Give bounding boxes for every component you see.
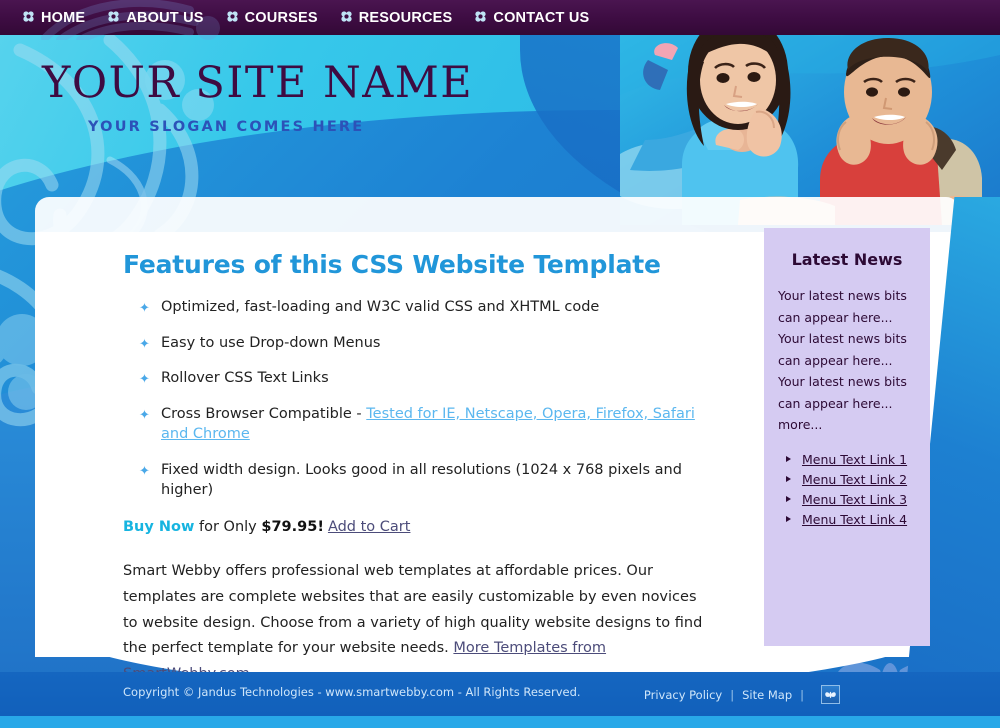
feature-text: Optimized, fast-loading and W3C valid CS… — [161, 299, 600, 315]
sidebar-latest-news: Latest News Your latest news bits can ap… — [764, 228, 930, 646]
list-item: Menu Text Link 2 — [784, 472, 916, 487]
clover-icon — [474, 8, 487, 27]
footer-separator-2: | — [800, 687, 804, 702]
sidebar-link-4[interactable]: Menu Text Link 4 — [802, 512, 907, 527]
intro-paragraph: Smart Webby offers professional web temp… — [123, 559, 708, 688]
nav-item-resources[interactable]: RESOURCES — [340, 8, 453, 27]
triangle-bullet-icon — [786, 455, 791, 462]
page-footer: Copyright © Jandus Technologies - www.sm… — [0, 672, 1000, 728]
main-content: Features of this CSS Website Template ✦ O… — [123, 250, 708, 688]
list-item: ✦ Rollover CSS Text Links — [139, 368, 708, 389]
triangle-bullet-icon — [786, 515, 791, 522]
feature-list: ✦ Optimized, fast-loading and W3C valid C… — [123, 297, 708, 501]
nav-item-home[interactable]: HOME — [22, 8, 85, 27]
nav-item-about-us[interactable]: ABOUT US — [107, 8, 203, 27]
sidebar-link-2[interactable]: Menu Text Link 2 — [802, 472, 907, 487]
site-slogan: YOUR SLOGAN COMES HERE — [88, 119, 365, 135]
price-label: $79.95! — [261, 519, 324, 536]
sidebar-link-1[interactable]: Menu Text Link 1 — [802, 452, 907, 467]
nav-label: ABOUT US — [126, 9, 204, 26]
list-item: ✦ Cross Browser Compatible - Tested for I… — [139, 404, 708, 445]
clover-icon — [22, 8, 35, 27]
clover-icon — [340, 8, 353, 27]
plus-bullet-icon: ✦ — [139, 372, 150, 388]
sidebar-link-3[interactable]: Menu Text Link 3 — [802, 492, 907, 507]
footer-accent-strip — [0, 716, 1000, 728]
clover-icon — [107, 8, 120, 27]
sidebar-body-text: Your latest news bits can appear here...… — [778, 288, 907, 432]
feature-text: Rollover CSS Text Links — [161, 370, 329, 387]
purchase-line: Buy Now for Only $79.95! Add to Cart — [123, 519, 708, 535]
feature-text: Easy to use Drop-down Menus — [161, 334, 381, 351]
list-item: ✦ Optimized, fast-loading and W3C valid C… — [139, 297, 708, 318]
add-to-cart-link[interactable]: Add to Cart — [328, 519, 411, 535]
plus-bullet-icon: ✦ — [139, 407, 150, 423]
page-root: HOME ABOUT US COURSES RESOURCES CONTACT … — [0, 0, 1000, 728]
triangle-bullet-icon — [786, 495, 791, 502]
privacy-policy-link[interactable]: Privacy Policy — [644, 688, 722, 702]
list-item: ✦ Fixed width design. Looks good in all r… — [139, 460, 708, 501]
plus-bullet-icon: ✦ — [139, 301, 150, 316]
nav-label: HOME — [41, 9, 86, 26]
list-item: Menu Text Link 1 — [784, 452, 916, 467]
feature-text: Fixed width design. Looks good in all re… — [161, 461, 682, 499]
buy-now-label: Buy Now — [123, 519, 195, 536]
nav-label: RESOURCES — [358, 9, 453, 26]
top-navigation-bar: HOME ABOUT US COURSES RESOURCES CONTACT … — [0, 0, 1000, 40]
list-item: Menu Text Link 4 — [784, 512, 916, 527]
nav-item-contact-us[interactable]: CONTACT US — [474, 8, 589, 27]
nav-item-courses[interactable]: COURSES — [226, 8, 318, 27]
list-item: ✦ Easy to use Drop-down Menus — [139, 333, 708, 354]
list-item: Menu Text Link 3 — [784, 492, 916, 507]
site-name: YOUR SITE NAME — [42, 58, 474, 108]
site-map-link[interactable]: Site Map — [742, 688, 792, 702]
triangle-bullet-icon — [786, 475, 791, 482]
nav-label: CONTACT US — [493, 9, 590, 26]
page-title: Features of this CSS Website Template — [123, 250, 661, 279]
plus-bullet-icon: ✦ — [139, 463, 150, 479]
for-only-label: for Only — [194, 519, 262, 536]
nav-label: COURSES — [244, 9, 318, 26]
footer-links: Privacy Policy | Site Map | — [644, 685, 840, 704]
intro-paragraph-text: Smart Webby offers professional web temp… — [123, 563, 703, 657]
plus-bullet-icon: ✦ — [139, 336, 150, 352]
sidebar-title: Latest News — [791, 250, 903, 269]
clover-icon — [226, 8, 239, 27]
masthead: YOUR SITE NAME YOUR SLOGAN COMES HERE — [42, 58, 474, 136]
footer-copyright: Copyright © Jandus Technologies - www.sm… — [123, 685, 581, 699]
butterfly-icon[interactable] — [821, 685, 840, 704]
footer-separator: | — [730, 687, 735, 702]
feature-text: Cross Browser Compatible - — [161, 405, 367, 422]
sidebar-menu: Menu Text Link 1 Menu Text Link 2 Menu T… — [778, 452, 916, 527]
